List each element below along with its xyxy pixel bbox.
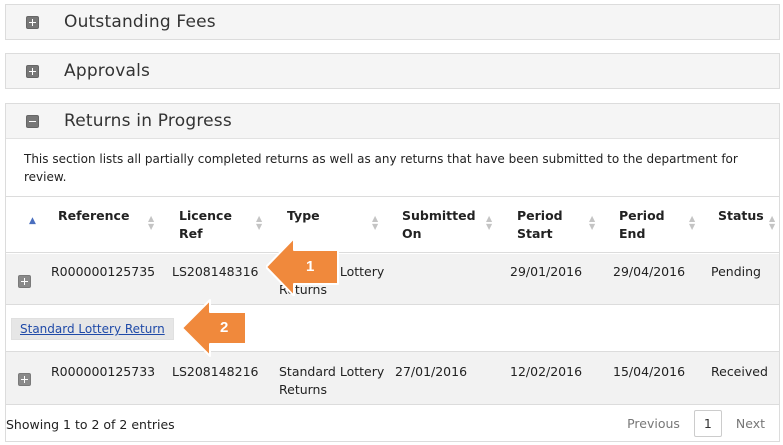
cell-period-end: 15/04/2016 [613,364,686,379]
entries-info: Showing 1 to 2 of 2 entries [6,417,175,432]
cell-status: Pending [711,264,761,279]
cell-licence-ref: LS208148216 [172,364,259,379]
sort-both-icon[interactable]: ▲ ▼ [689,215,695,231]
table-row: R000000125733 LS208148216 Standard Lotte… [6,352,779,405]
plus-square-icon[interactable] [18,373,31,386]
cell-licence-ref: LS208148316 [172,264,259,279]
sort-both-icon[interactable]: ▲ ▼ [148,215,154,231]
plus-square-icon[interactable] [26,15,39,29]
sort-both-icon[interactable]: ▲ ▼ [486,215,492,231]
sort-asc-icon[interactable]: ▲ [29,216,36,226]
column-header-reference[interactable]: Reference [58,207,129,225]
plus-square-icon[interactable] [18,275,31,288]
approvals-title: Approvals [64,61,151,81]
arrow-left-icon [181,299,247,357]
column-header-submitted-on[interactable]: Submitted On [402,207,484,243]
cell-period-start: 12/02/2016 [510,364,583,379]
sort-both-icon[interactable]: ▲ ▼ [372,215,378,231]
sort-both-icon[interactable]: ▲ ▼ [589,215,595,231]
arrow-left-icon [265,237,339,297]
callout-arrow-2: 2 [180,298,250,358]
column-header-period-start[interactable]: Period Start [517,207,577,243]
returns-description: This section lists all partially complet… [6,138,779,196]
sort-both-icon[interactable]: ▲ ▼ [256,215,262,231]
plus-square-icon[interactable] [26,64,39,78]
returns-in-progress-header[interactable]: Returns in Progress [6,104,779,138]
table-header: ▲ Reference ▲ ▼ Licence Ref ▲ ▼ Type ▲ ▼ Su… [6,196,779,253]
outstanding-fees-panel: Outstanding Fees [5,4,780,40]
approvals-panel: Approvals [5,53,780,89]
returns-in-progress-title: Returns in Progress [64,111,232,131]
cell-submitted-on: 27/01/2016 [395,364,468,379]
cell-status: Received [711,364,768,379]
cell-reference: R000000125735 [51,264,156,279]
cell-period-start: 29/01/2016 [510,264,583,279]
returns-in-progress-panel: Returns in Progress This section lists a… [5,103,780,442]
column-header-type[interactable]: Type [287,207,320,225]
column-header-status[interactable]: Status [718,207,764,225]
cell-period-end: 29/04/2016 [613,264,686,279]
standard-lottery-return-link[interactable]: Standard Lottery Return [11,318,174,340]
callout-arrow-1: 1 [265,237,342,297]
table-footer: Showing 1 to 2 of 2 entries Previous 1 N… [6,410,779,442]
outstanding-fees-title: Outstanding Fees [64,12,216,32]
column-header-period-end[interactable]: Period End [619,207,669,243]
callout-number-2: 2 [220,319,229,336]
previous-button[interactable]: Previous [615,410,692,437]
cell-type: Standard Lottery Returns [279,364,385,397]
page-1-button[interactable]: 1 [693,410,722,437]
sort-both-icon[interactable]: ▲ ▼ [769,215,775,231]
table-row: R000000125735 LS208148316 Standard Lotte… [6,254,779,305]
approvals-header[interactable]: Approvals [6,54,779,88]
outstanding-fees-header[interactable]: Outstanding Fees [6,5,779,39]
callout-number-1: 1 [306,258,315,275]
minus-square-icon[interactable] [26,114,39,128]
next-button[interactable]: Next [724,410,777,437]
table-row-detail: Standard Lottery Return [6,305,779,352]
pagination: Previous 1 Next [615,410,777,437]
cell-reference: R000000125733 [51,364,156,379]
column-header-licence-ref[interactable]: Licence Ref [179,207,249,243]
